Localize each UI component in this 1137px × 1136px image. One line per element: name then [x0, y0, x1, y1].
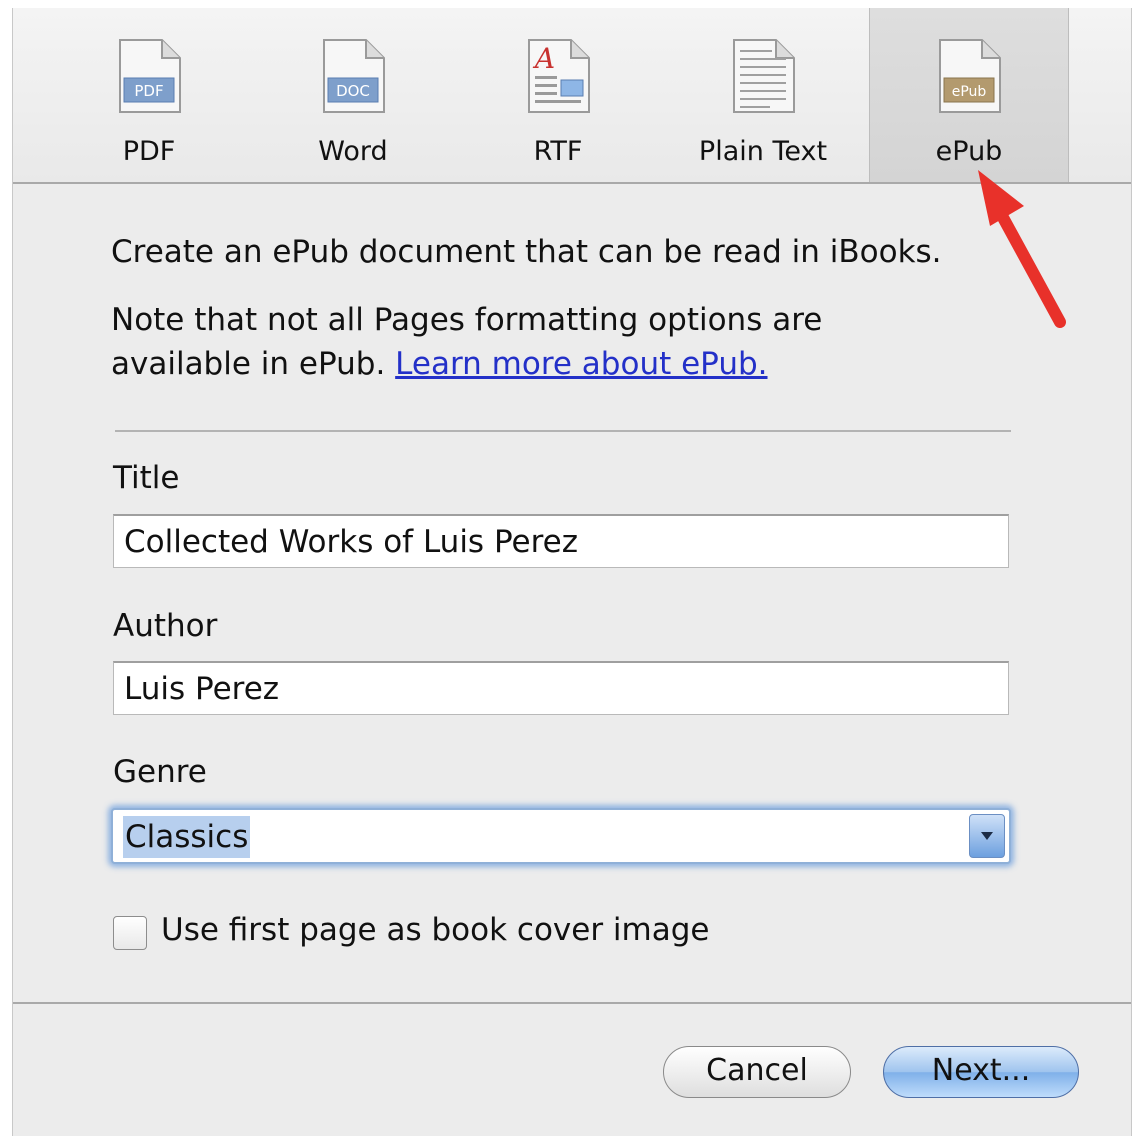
author-field[interactable]: [113, 661, 1009, 715]
section-divider: [115, 430, 1011, 432]
format-toolbar: PDF PDF DOC Word A RTF Plain Text ePub e…: [13, 8, 1131, 184]
genre-dropdown-button[interactable]: [969, 814, 1005, 858]
svg-text:DOC: DOC: [336, 82, 370, 100]
plain-text-document-icon: [733, 39, 795, 113]
epub-document-icon: ePub: [939, 39, 1001, 113]
tab-label: Plain Text: [698, 136, 828, 167]
tab-label: Word: [318, 136, 388, 167]
author-label: Author: [113, 608, 218, 644]
description-text: available in ePub.: [111, 346, 396, 382]
description-line: Note that not all Pages formatting optio…: [111, 302, 823, 338]
svg-text:A: A: [532, 42, 555, 75]
description-line: available in ePub. Learn more about ePub…: [111, 342, 768, 386]
rtf-document-icon: A: [528, 39, 590, 113]
pdf-document-icon: PDF: [119, 39, 181, 113]
genre-label: Genre: [113, 754, 207, 790]
title-label: Title: [113, 460, 180, 496]
title-field[interactable]: [113, 514, 1009, 568]
tab-epub[interactable]: ePub ePub: [869, 8, 1069, 182]
cancel-button[interactable]: Cancel: [663, 1046, 851, 1098]
cover-image-checkbox[interactable]: [113, 916, 147, 950]
description-line: Create an ePub document that can be read…: [111, 234, 942, 270]
svg-text:PDF: PDF: [134, 82, 163, 100]
tab-label: PDF: [122, 136, 176, 167]
tab-label: RTF: [533, 136, 583, 167]
genre-value[interactable]: Classics: [123, 816, 251, 858]
tab-word[interactable]: DOC Word: [253, 8, 453, 182]
next-button[interactable]: Next...: [883, 1046, 1079, 1098]
tab-plain-text[interactable]: Plain Text: [663, 8, 863, 182]
cover-image-checkbox-label[interactable]: Use first page as book cover image: [161, 912, 709, 948]
footer-divider: [13, 1002, 1131, 1004]
chevron-down-icon: [981, 832, 993, 840]
genre-combobox[interactable]: Classics: [111, 808, 1011, 864]
tab-pdf[interactable]: PDF PDF: [49, 8, 249, 182]
word-document-icon: DOC: [323, 39, 385, 113]
annotation-arrow-icon: [978, 170, 1066, 328]
svg-text:ePub: ePub: [952, 84, 987, 100]
tab-rtf[interactable]: A RTF: [458, 8, 658, 182]
learn-more-link[interactable]: Learn more about ePub.: [395, 346, 767, 382]
